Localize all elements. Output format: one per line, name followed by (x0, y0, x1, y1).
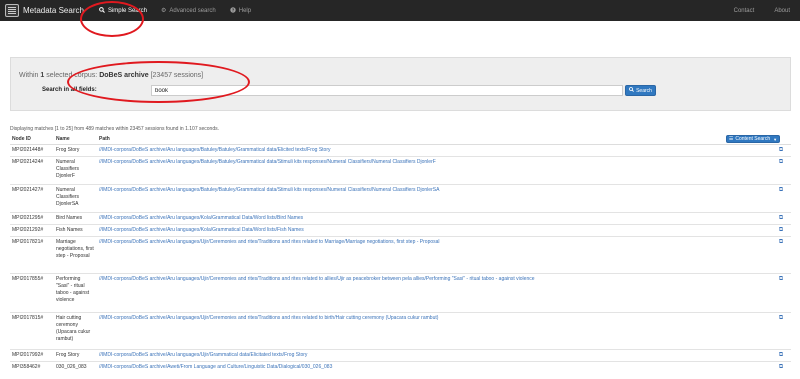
node-id: MPI2017821# (10, 235, 54, 273)
logo-icon (5, 4, 19, 17)
corpus-sessions: [23457 sessions] (150, 72, 204, 79)
nav-help-label: Help (238, 7, 252, 14)
node-id: MPI2017855# (10, 272, 54, 312)
brand[interactable]: Metadata Search (0, 0, 92, 21)
external-link-icon[interactable]: ⧉ (779, 187, 783, 193)
nav-simple-search[interactable]: Simple Search (92, 0, 154, 21)
table-row: MPI358462# 030_026_083 //IMDI-corpora/Do… (10, 360, 791, 373)
header-node-id: Node ID (10, 134, 54, 145)
table-row: MPI2021427# Numeral Classifiers DjonlerS… (10, 183, 791, 212)
external-link-icon[interactable]: ⧉ (779, 159, 783, 165)
node-name: Fish Names (54, 223, 97, 236)
external-link-icon[interactable]: ⧉ (779, 315, 783, 321)
brand-title: Metadata Search (23, 6, 84, 15)
external-link-icon[interactable]: ⧉ (779, 352, 783, 358)
table-row: MPI2021424# Numeral Classifiers DjonlerF… (10, 155, 791, 184)
corpus-name[interactable]: DoBeS archive (99, 72, 148, 79)
table-row: MPI2017855# Performing "Sasi" - ritual t… (10, 272, 791, 312)
node-name: Hair cutting ceremony (Upacara cukur ram… (54, 311, 97, 349)
node-path-link[interactable]: //IMDI-corpora/DoBeS archive/Aru languag… (99, 239, 440, 245)
nav-help[interactable]: ? Help (223, 0, 258, 21)
node-id: MPI358462# (10, 360, 54, 373)
results-summary: Displaying matches [1 to 25] from 489 ma… (10, 126, 220, 132)
table-row: MPI2017821# Marriage negotiations, first… (10, 235, 791, 273)
results-table: Node ID Name Path MPI2021448# Frog Story… (10, 134, 791, 373)
node-path-link[interactable]: //IMDI-corpora/DoBeS archive/Aru languag… (99, 187, 439, 193)
search-field-label: Search in all fields: (42, 87, 97, 93)
chevron-down-icon: ▼ (773, 136, 778, 142)
node-name: Frog Story (54, 143, 97, 156)
nav-advanced-search-label: Advanced search (169, 7, 216, 14)
external-link-icon[interactable]: ⧉ (779, 147, 783, 153)
node-path-link[interactable]: //IMDI-corpora/DoBeS archive/Aru languag… (99, 227, 304, 233)
node-name: Numeral Classifiers DjonlerF (54, 155, 97, 184)
search-button-label: Search (636, 87, 652, 94)
within-middle: selected corpus: (46, 72, 98, 79)
external-link-icon[interactable]: ⧉ (779, 276, 783, 282)
node-path-link[interactable]: //IMDI-corpora/DoBeS archive/Aru languag… (99, 315, 438, 321)
header-path: Path (97, 134, 771, 145)
node-id: MPI2021448# (10, 143, 54, 156)
nav-simple-search-label: Simple Search (107, 7, 147, 14)
node-name: Bird Names (54, 211, 97, 224)
table-row: MPI2017992# Frog Story //IMDI-corpora/Do… (10, 348, 791, 361)
nav-about[interactable]: About (764, 0, 800, 21)
question-icon: ? (230, 6, 236, 15)
svg-text:?: ? (231, 7, 234, 12)
node-name: Frog Story (54, 348, 97, 361)
external-link-icon[interactable]: ⧉ (779, 239, 783, 245)
list-icon: ☰ (728, 136, 734, 142)
search-button[interactable]: Search (625, 85, 656, 96)
external-link-icon[interactable]: ⧉ (779, 227, 783, 233)
node-name: Numeral Classifiers DjonlerSA (54, 183, 97, 212)
node-path-link[interactable]: //IMDI-corpora/DoBeS archive/Aweti/From … (99, 364, 332, 370)
node-path-link[interactable]: //IMDI-corpora/DoBeS archive/Aru languag… (99, 147, 331, 153)
node-id: MPI2017815# (10, 311, 54, 349)
node-id: MPI2021295# (10, 211, 54, 224)
external-link-icon[interactable]: ⧉ (779, 364, 783, 370)
node-id: MPI2021292# (10, 223, 54, 236)
node-path-link[interactable]: //IMDI-corpora/DoBeS archive/Aru languag… (99, 276, 535, 282)
selected-count: 1 (40, 72, 45, 79)
top-navbar: Metadata Search Simple Search ⚙ Advanced… (0, 0, 800, 21)
nav-advanced-search[interactable]: ⚙ Advanced search (154, 0, 223, 21)
node-name: Performing "Sasi" - ritual taboo - again… (54, 272, 97, 312)
node-path-link[interactable]: //IMDI-corpora/DoBeS archive/Aru languag… (99, 159, 436, 165)
gear-icon: ⚙ (160, 8, 167, 14)
search-icon (629, 87, 634, 94)
node-id: MPI2021427# (10, 183, 54, 212)
table-header-row: Node ID Name Path (10, 134, 791, 145)
table-row: MPI2021292# Fish Names //IMDI-corpora/Do… (10, 223, 791, 236)
node-path-link[interactable]: //IMDI-corpora/DoBeS archive/Aru languag… (99, 352, 307, 358)
header-name: Name (54, 134, 97, 145)
table-row: MPI2017815# Hair cutting ceremony (Upaca… (10, 311, 791, 349)
node-path-link[interactable]: //IMDI-corpora/DoBeS archive/Aru languag… (99, 215, 303, 221)
search-input[interactable] (151, 85, 623, 96)
nav-right: Contact About (724, 0, 800, 21)
nav-contact[interactable]: Contact (724, 0, 765, 21)
content-search-button[interactable]: ☰ Content Search ▼ (726, 135, 780, 143)
search-panel: Within 1 selected corpus: DoBeS archive … (10, 57, 791, 111)
node-id: MPI2021424# (10, 155, 54, 184)
corpus-selection-text: Within 1 selected corpus: DoBeS archive … (19, 72, 203, 79)
search-icon (99, 6, 105, 15)
content-search-label: Content Search (735, 136, 771, 142)
node-name: Marriage negotiations, first step - Prop… (54, 235, 97, 273)
table-row: MPI2021295# Bird Names //IMDI-corpora/Do… (10, 211, 791, 224)
table-row: MPI2021448# Frog Story //IMDI-corpora/Do… (10, 143, 791, 156)
external-link-icon[interactable]: ⧉ (779, 215, 783, 221)
within-prefix: Within (19, 72, 39, 79)
node-name: 030_026_083 (54, 360, 97, 373)
node-id: MPI2017992# (10, 348, 54, 361)
